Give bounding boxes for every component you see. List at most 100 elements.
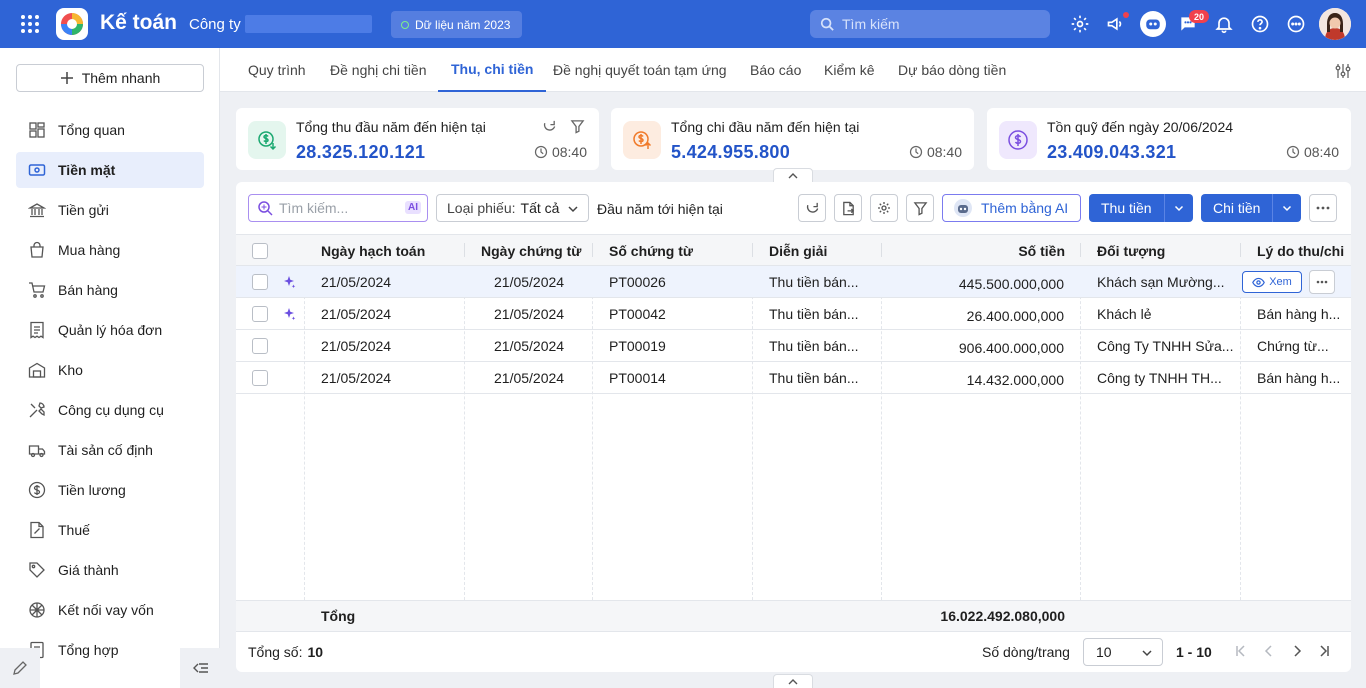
collapse-sidebar-button[interactable] bbox=[180, 648, 220, 688]
reload-button[interactable] bbox=[798, 194, 826, 222]
quick-add-button[interactable]: Thêm nhanh bbox=[16, 64, 204, 92]
tab-cashflow-forecast[interactable]: Dự báo dòng tiền bbox=[898, 48, 1006, 92]
cell-document-number[interactable]: PT00042 bbox=[609, 298, 666, 329]
collapse-summary-button[interactable] bbox=[773, 168, 813, 182]
column-header[interactable]: Số tiền bbox=[1018, 235, 1065, 267]
voucher-search-input[interactable]: Tìm kiếm... AI bbox=[248, 194, 428, 222]
sidebar-item-deposit[interactable]: Tiền gửi bbox=[16, 192, 204, 228]
sidebar-item-fixed-assets[interactable]: Tài sản cố định bbox=[16, 432, 204, 468]
row-checkbox[interactable] bbox=[252, 274, 268, 290]
column-header[interactable]: Diễn giải bbox=[769, 235, 827, 267]
column-header[interactable]: Ngày chứng từ bbox=[481, 235, 581, 267]
pay-money-label[interactable]: Chi tiền bbox=[1201, 194, 1274, 222]
last-page-icon[interactable] bbox=[1317, 644, 1331, 658]
column-divider[interactable] bbox=[1080, 243, 1081, 257]
sidebar-item-sales[interactable]: Bán hàng bbox=[16, 272, 204, 308]
card-fund-balance[interactable]: Tồn quỹ đến ngày 20/06/2024 23.409.043.3… bbox=[987, 108, 1351, 170]
tab-advance-settlement[interactable]: Đề nghị quyết toán tạm ứng bbox=[553, 48, 727, 92]
rows-per-page-select[interactable]: 10 bbox=[1083, 638, 1163, 666]
rows-per-page-value: 10 bbox=[1096, 644, 1112, 660]
refresh-icon[interactable] bbox=[542, 119, 557, 134]
sidebar-item-cash[interactable]: Tiền mặt bbox=[16, 152, 204, 188]
table-row[interactable]: 21/05/2024 21/05/2024 PT00026 Thu tiền b… bbox=[236, 266, 1351, 298]
sidebar-item-cost[interactable]: Giá thành bbox=[16, 552, 204, 588]
company-label[interactable]: Công ty bbox=[189, 16, 241, 33]
period-filter[interactable]: Đầu năm tới hiện tại bbox=[597, 201, 723, 217]
column-header[interactable]: Đối tượng bbox=[1097, 235, 1165, 267]
cell-description: Thu tiền bán... bbox=[769, 337, 859, 354]
column-divider[interactable] bbox=[752, 243, 753, 257]
tab-inventory-check[interactable]: Kiểm kê bbox=[824, 48, 875, 92]
view-button[interactable]: Xem bbox=[1242, 271, 1302, 293]
sidebar-item-purchase[interactable]: Mua hàng bbox=[16, 232, 204, 268]
dashboard-icon bbox=[29, 122, 45, 138]
row-more-button[interactable] bbox=[1309, 270, 1335, 294]
sidebar-item-overview[interactable]: Tổng quan bbox=[16, 112, 204, 148]
column-divider[interactable] bbox=[1240, 243, 1241, 257]
add-with-ai-button[interactable]: Thêm bằng AI bbox=[942, 194, 1081, 222]
robot-assistant-icon[interactable] bbox=[1140, 11, 1166, 37]
tab-reports[interactable]: Báo cáo bbox=[750, 48, 801, 92]
app-grid-icon[interactable] bbox=[20, 14, 40, 34]
sidebar-item-summary[interactable]: Tổng hợp bbox=[16, 632, 204, 668]
tab-payment-request[interactable]: Đề nghị chi tiền bbox=[330, 48, 427, 92]
sidebar-item-tools[interactable]: Công cụ dụng cụ bbox=[16, 392, 204, 428]
app-logo[interactable] bbox=[56, 8, 88, 40]
receive-money-label[interactable]: Thu tiền bbox=[1089, 194, 1165, 222]
cell-document-number[interactable]: PT00026 bbox=[609, 266, 666, 297]
loan-link-icon bbox=[29, 602, 45, 618]
table-row[interactable]: 21/05/2024 21/05/2024 PT00042 Thu tiền b… bbox=[236, 298, 1351, 330]
voucher-type-value: Tất cả bbox=[520, 200, 560, 216]
cell-document-number[interactable]: PT00019 bbox=[609, 330, 666, 361]
receive-money-dropdown[interactable] bbox=[1165, 194, 1193, 222]
card-total-receipts[interactable]: Tổng thu đầu năm đến hiện tại 28.325.120… bbox=[236, 108, 599, 170]
column-divider[interactable] bbox=[464, 243, 465, 257]
help-icon[interactable] bbox=[1248, 12, 1272, 36]
customize-sliders-icon[interactable] bbox=[1334, 62, 1352, 80]
next-page-icon[interactable] bbox=[1290, 644, 1304, 658]
column-header[interactable]: Số chứng từ bbox=[609, 235, 693, 267]
settings-button[interactable] bbox=[870, 194, 898, 222]
settings-gear-icon[interactable] bbox=[1068, 12, 1092, 36]
row-checkbox[interactable] bbox=[252, 370, 268, 386]
data-year-chip[interactable]: Dữ liệu năm 2023 bbox=[391, 11, 523, 38]
card-total-payments[interactable]: Tổng chi đầu năm đến hiện tại 5.424.955.… bbox=[611, 108, 974, 170]
voucher-type-select[interactable]: Loại phiếu: Tất cả bbox=[436, 194, 589, 222]
card-value: 5.424.955.800 bbox=[671, 142, 791, 162]
prev-page-icon[interactable] bbox=[1262, 644, 1276, 658]
column-divider[interactable] bbox=[881, 243, 882, 257]
export-button[interactable] bbox=[834, 194, 862, 222]
tab-receipts-payments[interactable]: Thu, chi tiền bbox=[438, 48, 547, 92]
edit-menu-button[interactable] bbox=[0, 648, 40, 688]
column-header[interactable]: Lý do thu/chi bbox=[1257, 235, 1344, 267]
column-divider[interactable] bbox=[592, 243, 593, 257]
user-avatar[interactable] bbox=[1319, 8, 1351, 40]
tab-process[interactable]: Quy trình bbox=[248, 48, 306, 92]
row-checkbox[interactable] bbox=[252, 306, 268, 322]
more-apps-icon[interactable] bbox=[1284, 12, 1308, 36]
sidebar-item-invoices[interactable]: Quản lý hóa đơn bbox=[16, 312, 204, 348]
global-search-input[interactable]: Tìm kiếm bbox=[810, 10, 1050, 38]
select-all-checkbox[interactable] bbox=[252, 243, 268, 259]
receive-money-button[interactable]: Thu tiền bbox=[1089, 194, 1193, 222]
cart-icon bbox=[29, 282, 46, 298]
collapse-bottom-button[interactable] bbox=[773, 674, 813, 688]
filter-icon[interactable] bbox=[570, 119, 585, 134]
first-page-icon[interactable] bbox=[1234, 644, 1248, 658]
cell-reason: Bán hàng h... bbox=[1257, 305, 1341, 322]
more-actions-button[interactable] bbox=[1309, 194, 1337, 222]
sidebar-item-label: Giá thành bbox=[58, 562, 119, 578]
sidebar-item-warehouse[interactable]: Kho bbox=[16, 352, 204, 388]
sidebar-item-salary[interactable]: Tiền lương bbox=[16, 472, 204, 508]
pay-money-button[interactable]: Chi tiền bbox=[1201, 194, 1302, 222]
sidebar-item-loan[interactable]: Kết nối vay vốn bbox=[16, 592, 204, 628]
cell-document-number[interactable]: PT00014 bbox=[609, 362, 666, 393]
bell-icon[interactable] bbox=[1212, 12, 1236, 36]
table-row[interactable]: 21/05/2024 21/05/2024 PT00019 Thu tiền b… bbox=[236, 330, 1351, 362]
table-row[interactable]: 21/05/2024 21/05/2024 PT00014 Thu tiền b… bbox=[236, 362, 1351, 394]
pay-money-dropdown[interactable] bbox=[1273, 194, 1301, 222]
column-header[interactable]: Ngày hạch toán bbox=[321, 235, 425, 267]
filter-button[interactable] bbox=[906, 194, 934, 222]
row-checkbox[interactable] bbox=[252, 338, 268, 354]
sidebar-item-tax[interactable]: Thuế bbox=[16, 512, 204, 548]
